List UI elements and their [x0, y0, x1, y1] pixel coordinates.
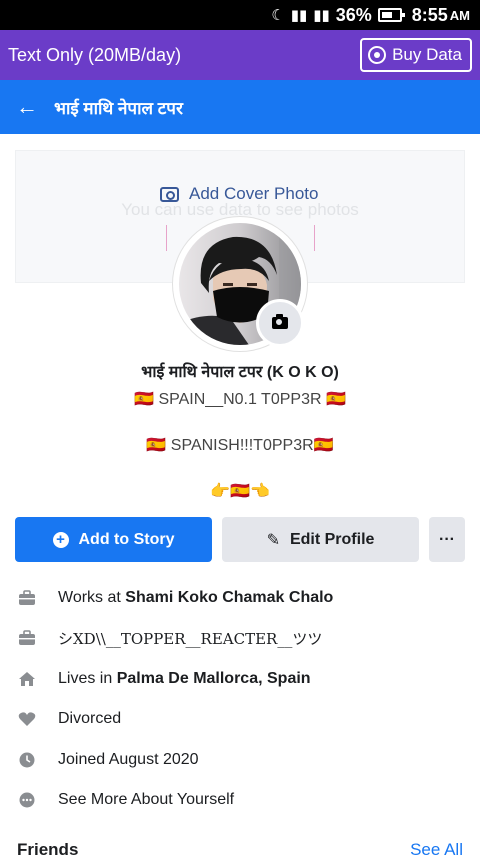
pencil-icon: ✎ — [266, 531, 280, 549]
detail-lives-in[interactable]: Lives in Palma De Mallorca, Spain — [0, 659, 480, 699]
data-mode-label: Text Only (20MB/day) — [8, 44, 182, 65]
ghost-divider-left — [166, 225, 167, 251]
see-more-about-yourself[interactable]: See More About Yourself — [0, 780, 480, 820]
lives-place: Palma De Mallorca, Spain — [116, 670, 311, 687]
clock-icon — [0, 752, 58, 768]
add-to-story-label: Add to Story — [78, 530, 175, 548]
briefcase-icon-2 — [0, 630, 58, 646]
lives-prefix: Lives in — [58, 670, 113, 687]
detail-work-2[interactable]: シXD\\__TOPPER__REACTER__ツツ — [0, 618, 480, 658]
heart-icon — [0, 711, 58, 727]
relationship-text: Divorced — [58, 710, 122, 727]
more-options-button[interactable]: ··· — [429, 517, 465, 562]
clock-ampm: AM — [449, 7, 470, 23]
camera-icon — [272, 314, 288, 329]
work-prefix: Works at — [58, 589, 121, 606]
more-icon — [0, 792, 58, 808]
back-arrow-icon[interactable]: ← — [16, 94, 54, 120]
buy-data-label: Buy Data — [392, 45, 462, 64]
joined-text: Joined August 2020 — [58, 751, 199, 768]
podcast-icon — [368, 46, 387, 64]
buy-data-button[interactable]: Buy Data — [360, 38, 472, 72]
add-to-story-button[interactable]: + Add to Story — [15, 517, 212, 562]
see-more-text: See More About Yourself — [58, 791, 235, 808]
friends-title: Friends — [17, 840, 79, 859]
moon-icon: ☾ — [271, 7, 285, 24]
ghost-divider-right — [314, 225, 315, 251]
home-icon — [0, 671, 58, 687]
signal-icon-2: ▮▮ — [313, 7, 330, 24]
add-cover-photo-label: Add Cover Photo — [189, 184, 319, 203]
work-2-text: シXD\\__TOPPER__REACTER__ツツ — [58, 629, 323, 648]
app-bar: ← भाई माथि नेपाल टपर — [0, 80, 480, 134]
data-mode-banner: Text Only (20MB/day) Buy Data — [0, 30, 480, 80]
more-dots-label: ··· — [439, 530, 455, 548]
bio-line-3: 👉🇪🇸👈 — [210, 483, 270, 500]
detail-joined[interactable]: Joined August 2020 — [0, 740, 480, 780]
detail-work-1[interactable]: Works at Shami Koko Chamak Chalo — [0, 578, 480, 618]
bio-line-1: 🇪🇸 SPAIN__N0.1 T0PP3R 🇪🇸 — [134, 391, 346, 408]
camera-outline-icon — [160, 186, 179, 202]
edit-profile-label: Edit Profile — [289, 530, 375, 548]
profile-name: भाई माथि नेपाल टपर (K O K O) — [141, 364, 339, 381]
work-place: Shami Koko Chamak Chalo — [125, 589, 334, 606]
bio-line-2: 🇪🇸 SPANISH!!!T0PP3R🇪🇸 — [146, 437, 334, 454]
page-title: भाई माथि नेपाल टपर — [54, 98, 183, 118]
battery-percent: 36% — [335, 4, 372, 25]
friends-header: Friends See All — [17, 840, 463, 860]
detail-relationship[interactable]: Divorced — [0, 699, 480, 739]
battery-icon — [377, 8, 405, 22]
edit-profile-button[interactable]: ✎ Edit Profile — [222, 517, 419, 562]
briefcase-icon — [0, 590, 58, 606]
change-profile-picture-button[interactable] — [256, 299, 304, 347]
signal-icon: ▮▮ — [290, 7, 308, 24]
status-bar: ☾ ▮▮ ▮▮ 36% 8:55 AM — [0, 0, 480, 30]
see-all-friends-link[interactable]: See All — [410, 840, 463, 860]
clock: 8:55 — [411, 4, 448, 25]
plus-circle-icon: + — [52, 531, 69, 548]
profile-actions: + Add to Story ✎ Edit Profile ··· — [15, 517, 465, 562]
add-cover-photo-button[interactable]: Add Cover Photo — [160, 184, 318, 204]
